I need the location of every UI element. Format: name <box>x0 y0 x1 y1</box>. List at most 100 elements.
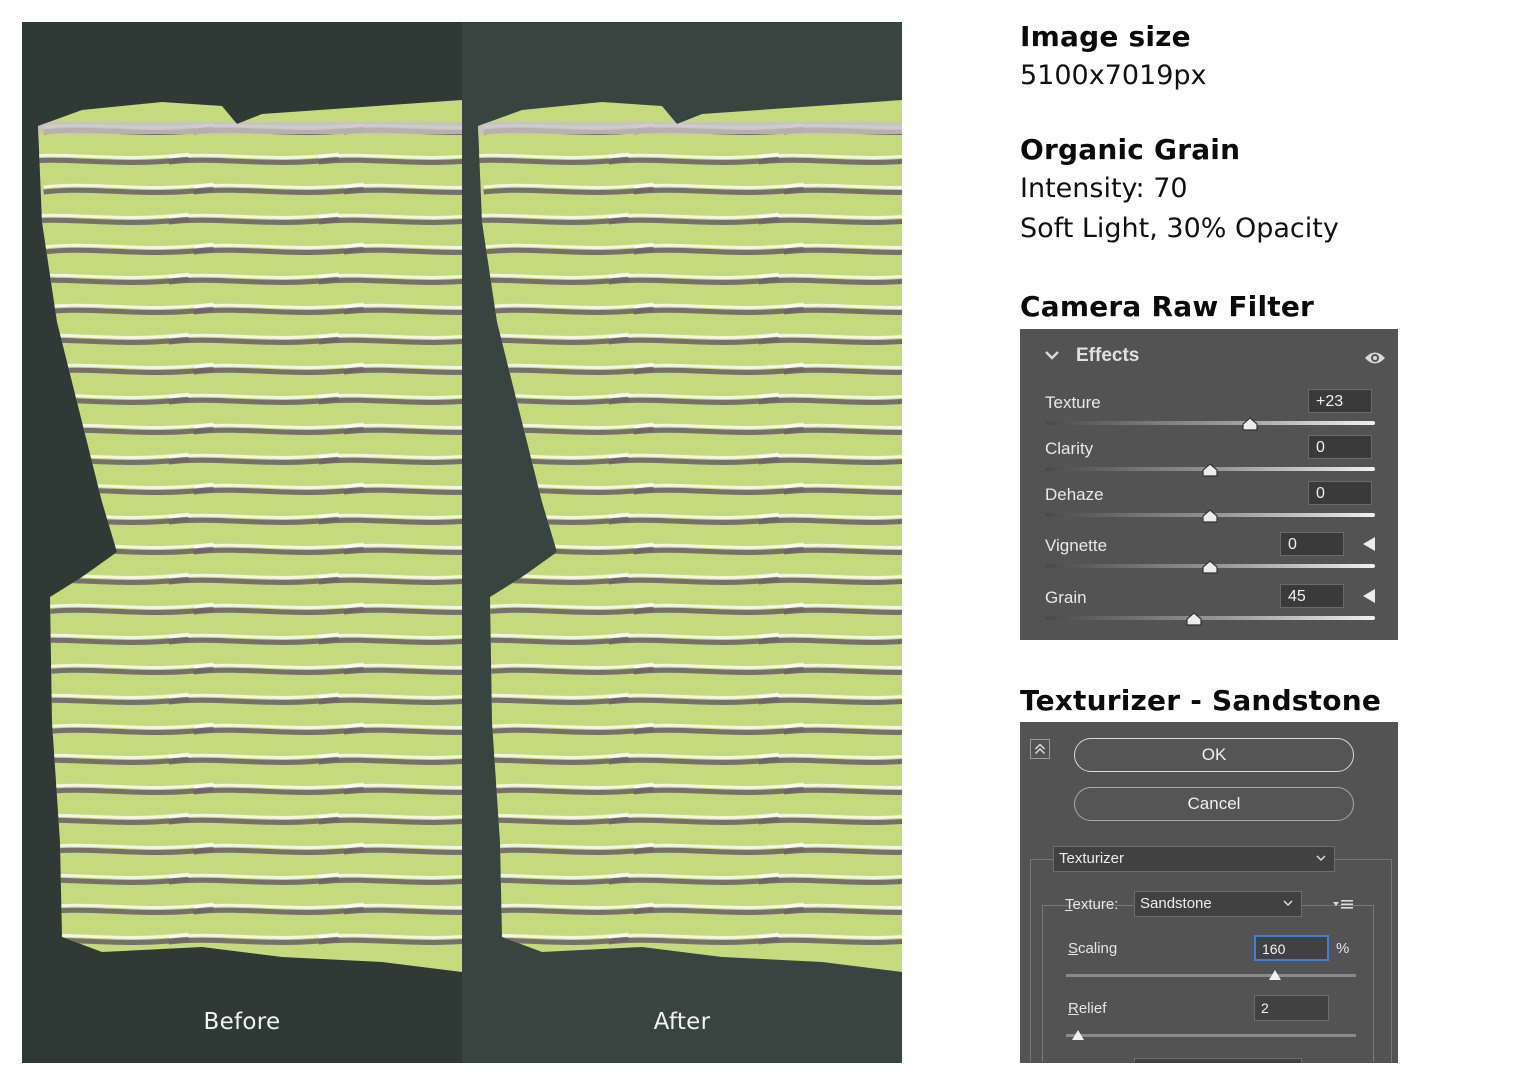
slider-thumb[interactable] <box>1185 612 1202 626</box>
fabric-stripe <box>483 486 654 495</box>
scaling-input[interactable]: 160 <box>1254 935 1329 961</box>
fabric-stripe <box>478 576 629 585</box>
fabric-stripe <box>608 516 779 525</box>
slider-value-input[interactable]: +23 <box>1308 389 1372 413</box>
expand-left-arrow-icon[interactable] <box>1362 536 1376 552</box>
fabric-stripe <box>633 726 804 735</box>
fabric-stripe <box>43 786 214 795</box>
texturizer-dialog: OK Cancel Texturizer Texture: Sandstone … <box>1020 722 1398 1063</box>
fabric-stripe <box>483 726 654 735</box>
fabric-stripe <box>193 186 364 195</box>
slider-label: Vignette <box>1045 536 1108 555</box>
eye-icon[interactable] <box>1364 350 1386 366</box>
slider-row-grain: Grain 45 <box>1020 584 1398 638</box>
slider-value-input[interactable]: 0 <box>1308 481 1372 505</box>
fabric-stripe <box>38 216 189 225</box>
fabric-stripe <box>608 876 779 885</box>
fabric-stripe <box>483 246 654 255</box>
fabric-stripe <box>43 666 214 675</box>
before-label: Before <box>203 1009 281 1035</box>
fabric-stripe <box>193 906 364 915</box>
relief-slider-thumb[interactable] <box>1071 1029 1085 1041</box>
fabric-stripe <box>38 456 189 465</box>
expand-left-arrow-icon[interactable] <box>1362 588 1376 604</box>
fabric-shape <box>38 100 462 972</box>
slider-value-input[interactable]: 0 <box>1308 435 1372 459</box>
scaling-slider-thumb[interactable] <box>1268 969 1282 981</box>
fabric-stripe <box>38 696 189 705</box>
fabric-stripe <box>168 576 339 585</box>
fabric-stripe <box>43 726 214 735</box>
fabric-stripe <box>43 486 214 495</box>
fabric-stripe <box>633 606 804 615</box>
fabric-stripe <box>483 666 654 675</box>
slider-track[interactable] <box>1045 421 1375 425</box>
texture-select[interactable]: Sandstone <box>1134 891 1302 917</box>
fabric-stripe <box>478 396 629 405</box>
texturizer-heading: Texturizer - Sandstone <box>1020 684 1382 717</box>
fabric-stripe <box>478 696 629 705</box>
relief-slider-track[interactable] <box>1066 1034 1356 1037</box>
slider-label: Grain <box>1045 588 1087 607</box>
filter-select[interactable]: Texturizer <box>1053 846 1335 872</box>
ok-button[interactable]: OK <box>1074 738 1354 772</box>
image-size-value: 5100x7019px <box>1020 60 1207 91</box>
fabric-stripe <box>43 606 214 615</box>
slider-value-input[interactable]: 45 <box>1280 584 1344 608</box>
fabric-stripe <box>608 216 779 225</box>
fabric-stripe <box>168 816 339 825</box>
fabric-stripe <box>633 246 804 255</box>
slider-value-input[interactable]: 0 <box>1280 532 1344 556</box>
fabric-stripe <box>193 846 364 855</box>
fabric-stripe <box>608 456 779 465</box>
slider-label: Dehaze <box>1045 485 1104 504</box>
fabric-stripe <box>193 306 364 315</box>
relief-input[interactable]: 2 <box>1254 995 1329 1021</box>
fabric-stripe <box>168 276 339 285</box>
scaling-slider-track[interactable] <box>1066 974 1356 977</box>
fabric-stripe <box>168 516 339 525</box>
slider-label: Texture <box>1045 393 1101 412</box>
before-panel: Before <box>22 22 462 1063</box>
light-select[interactable] <box>1134 1058 1302 1063</box>
chevron-down-icon[interactable] <box>1044 347 1060 363</box>
slider-track[interactable] <box>1045 616 1375 620</box>
fabric-stripe <box>168 936 339 945</box>
fabric-stripe <box>478 216 629 225</box>
texture-select-value: Sandstone <box>1140 895 1212 912</box>
after-label: After <box>653 1009 711 1035</box>
fabric-stripe <box>633 426 804 435</box>
relief-label: Relief <box>1068 1000 1107 1017</box>
fabric-stripe <box>478 876 629 885</box>
fabric-stripe <box>193 546 364 555</box>
fabric-stripe <box>168 876 339 885</box>
grain-intensity: Intensity: 70 <box>1020 173 1188 204</box>
slider-thumb[interactable] <box>1241 417 1258 431</box>
fabric-stripe <box>608 816 779 825</box>
organic-grain-heading: Organic Grain <box>1020 133 1241 166</box>
fabric-stripe <box>168 336 339 345</box>
before-after-image: Before After <box>22 22 902 1063</box>
fabric-stripe <box>168 156 339 165</box>
fabric-stripe <box>608 576 779 585</box>
texture-menu-icon[interactable] <box>1332 898 1354 910</box>
fabric-stripe <box>478 816 629 825</box>
fabric-stripe <box>483 426 654 435</box>
slider-thumb[interactable] <box>1202 560 1218 574</box>
fabric-stripe <box>478 636 629 645</box>
fabric-stripe <box>193 726 364 735</box>
fabric-stripe <box>483 306 654 315</box>
fabric-stripe <box>608 276 779 285</box>
fabric-stripe <box>193 606 364 615</box>
fabric-stripe <box>483 906 654 915</box>
fabric-stripe <box>608 336 779 345</box>
slider-thumb[interactable] <box>1202 509 1218 523</box>
cancel-button[interactable]: Cancel <box>1074 787 1354 821</box>
slider-thumb[interactable] <box>1202 463 1218 477</box>
collapse-icon[interactable] <box>1030 739 1050 759</box>
camera-raw-heading: Camera Raw Filter <box>1020 290 1315 323</box>
fabric-stripe <box>483 846 654 855</box>
effects-section-title[interactable]: Effects <box>1076 345 1139 367</box>
fabric-stripe <box>483 606 654 615</box>
fabric-stripe <box>608 936 779 945</box>
